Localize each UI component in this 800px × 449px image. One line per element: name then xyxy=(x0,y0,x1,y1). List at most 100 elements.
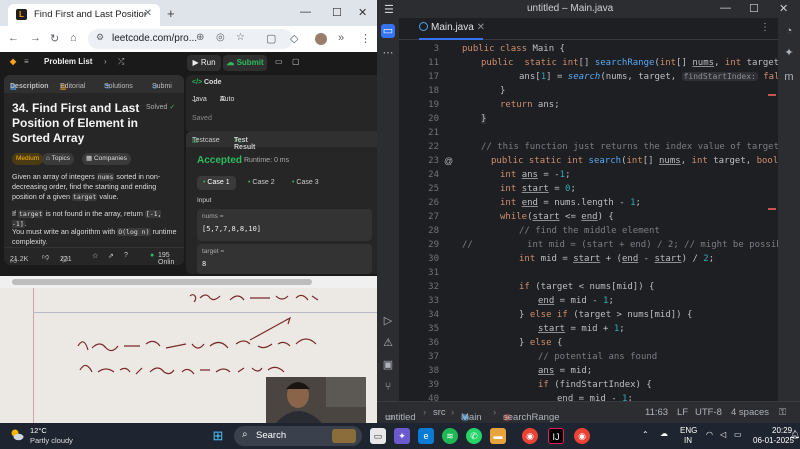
indent-setting[interactable]: 4 spaces xyxy=(731,407,769,418)
notification-bell-icon[interactable]: 🔔︎ xyxy=(790,430,800,439)
minimize-icon[interactable]: — xyxy=(300,6,311,18)
caret-position[interactable]: 11:63 xyxy=(645,407,668,418)
next-problem-icon[interactable]: › xyxy=(104,57,107,66)
share-icon[interactable]: ⇗ xyxy=(108,252,114,260)
language-eng[interactable]: ENG xyxy=(680,426,697,435)
profile-avatar[interactable] xyxy=(315,33,327,45)
language-select[interactable]: Java ⌄ xyxy=(192,96,207,104)
bookmark-star-icon[interactable]: ☆ xyxy=(236,32,245,43)
home-icon[interactable]: ⌂ xyxy=(70,32,77,44)
line-number: 3 xyxy=(433,44,439,54)
chrome-icon[interactable]: ◉ xyxy=(522,428,538,444)
error-stripe-mark[interactable] xyxy=(768,94,776,96)
back-icon[interactable]: ← xyxy=(8,32,19,44)
browser-tab[interactable]: L Find First and Last Position of E ✕ xyxy=(8,4,160,26)
ide-minimize-icon[interactable]: — xyxy=(720,2,731,14)
problems-icon[interactable]: ⚠ xyxy=(381,336,395,350)
zoom-icon[interactable]: ⊕ xyxy=(196,32,204,43)
forward-icon[interactable]: → xyxy=(30,32,41,44)
language-in[interactable]: IN xyxy=(684,436,692,445)
dislike-icon[interactable]: 👎︎ xyxy=(42,252,49,261)
copilot-icon[interactable]: ✦ xyxy=(394,428,410,444)
chrome-menu-icon[interactable]: ⋮ xyxy=(360,32,371,45)
line-number: 31 xyxy=(428,268,439,278)
list-icon[interactable]: ≡ xyxy=(24,57,29,66)
case-3-tab[interactable]: • Case 3 xyxy=(286,176,325,190)
ide-maximize-icon[interactable]: ☐ xyxy=(749,2,759,15)
notes-icon[interactable]: ▭ xyxy=(275,57,283,66)
tab-options-icon[interactable]: ⋮ xyxy=(760,22,770,33)
onedrive-icon[interactable]: ☁ xyxy=(660,429,668,438)
leetcode-logo-icon[interactable]: ◆ xyxy=(10,57,16,66)
code-line: } xyxy=(481,114,487,124)
tray-overflow-icon[interactable]: ⌃ xyxy=(642,430,649,439)
close-window-icon[interactable]: ✕ xyxy=(358,6,367,19)
prev-problem-icon[interactable]: ‹ xyxy=(90,57,93,66)
structure-icon[interactable]: ⋯ xyxy=(381,46,395,60)
edge-icon[interactable]: e xyxy=(418,428,434,444)
code-line: // find the middle element xyxy=(519,226,660,236)
taskbar-search[interactable]: ⌕ Search xyxy=(234,426,362,446)
error-stripe-mark[interactable] xyxy=(768,208,776,210)
eye-slash-icon[interactable]: ◎ xyxy=(216,32,225,43)
bookmark-icon[interactable]: ◇ xyxy=(290,32,298,45)
file-encoding[interactable]: UTF-8 xyxy=(695,407,722,418)
code-editor[interactable]: 3 11 17 18 19 20 21 22 23 24 25 26 27 28 29 30 31 32 33 34 3… xyxy=(399,40,778,401)
case-1-tab[interactable]: • Case 1 xyxy=(197,176,236,190)
code-line: ans[1] = search(nums, target, findStartI… xyxy=(519,72,778,82)
horizontal-scrollbar[interactable] xyxy=(0,276,377,288)
volume-icon[interactable]: ◁ xyxy=(720,430,726,439)
shuffle-icon[interactable]: ⤮ xyxy=(118,57,124,67)
file-explorer-icon[interactable]: ▬ xyxy=(490,428,506,444)
close-tab-icon[interactable]: ✕ xyxy=(477,22,485,33)
line-separator[interactable]: LF xyxy=(677,407,688,418)
favorite-icon[interactable]: ☆ xyxy=(92,252,98,260)
chrome-profile-icon[interactable]: ◉ xyxy=(574,428,590,444)
companies-chip[interactable]: ▦ Companies xyxy=(82,153,131,165)
submit-button[interactable]: ☁ Submit xyxy=(223,55,267,71)
close-tab-icon[interactable]: ✕ xyxy=(144,8,152,19)
battery-icon[interactable]: ▭ xyxy=(734,430,742,439)
upload-icon: ☁ xyxy=(226,58,237,67)
maximize-icon[interactable]: ☐ xyxy=(332,6,342,19)
maven-icon[interactable]: m xyxy=(782,70,796,84)
wifi-icon[interactable]: ◠ xyxy=(706,430,713,439)
new-tab-button[interactable]: + xyxy=(167,6,175,21)
git-icon[interactable]: ⑂ xyxy=(381,380,395,394)
run-button[interactable]: ▶ Run xyxy=(187,55,221,71)
project-folder-icon[interactable]: ▭ xyxy=(381,24,395,38)
lock-icon[interactable]: ⚿ xyxy=(779,407,786,418)
run-tool-icon[interactable]: ▷ xyxy=(381,314,395,328)
topics-chip[interactable]: ⌂ Topics xyxy=(42,153,75,165)
ide-close-icon[interactable]: ✕ xyxy=(779,2,788,15)
intellij-icon[interactable]: IJ xyxy=(548,428,564,444)
method-gutter-icon[interactable]: @ xyxy=(444,156,453,166)
task-view-icon[interactable]: ▭ xyxy=(370,428,386,444)
start-button[interactable]: ⊞ xyxy=(210,428,226,444)
line-number: 40 xyxy=(428,394,439,401)
spotify-icon[interactable]: ≋ xyxy=(442,428,458,444)
chat-icon[interactable]: ▢ xyxy=(292,57,300,66)
help-icon[interactable]: ? xyxy=(124,252,128,259)
case-2-tab[interactable]: • Case 2 xyxy=(242,176,281,190)
terminal-icon[interactable]: ▣ xyxy=(381,358,395,372)
scroll-thumb[interactable] xyxy=(12,279,312,285)
notifications-icon[interactable]: ◔ xyxy=(782,24,796,38)
solved-status: Solved ✓ xyxy=(146,104,176,111)
address-bar[interactable]: ⚙ leetcode.com/pro... ⊕ ◎ ☆ xyxy=(88,29,293,49)
tab-main-java[interactable]: Main.java ✕ xyxy=(419,22,485,33)
breadcrumb-src[interactable]: src xyxy=(433,407,446,418)
problem-list-link[interactable]: Problem List xyxy=(44,57,92,66)
difficulty-badge[interactable]: Medium xyxy=(12,153,44,165)
code-line: end = mid - 1; xyxy=(538,296,614,306)
main-menu-icon[interactable]: ☰ xyxy=(384,3,394,16)
extension-icon[interactable]: ▢ xyxy=(266,32,276,45)
extensions-overflow-icon[interactable]: » xyxy=(338,32,344,44)
whatsapp-icon[interactable]: ✆ xyxy=(466,428,482,444)
code-line: return ans; xyxy=(500,100,560,110)
reload-icon[interactable]: ↻ xyxy=(50,32,59,45)
ai-assistant-icon[interactable]: ✦ xyxy=(782,46,796,60)
site-info-icon[interactable]: ⚙ xyxy=(96,32,104,43)
clock-date[interactable]: 06-01-2025 xyxy=(753,436,794,445)
line-number: 28 xyxy=(428,226,439,236)
